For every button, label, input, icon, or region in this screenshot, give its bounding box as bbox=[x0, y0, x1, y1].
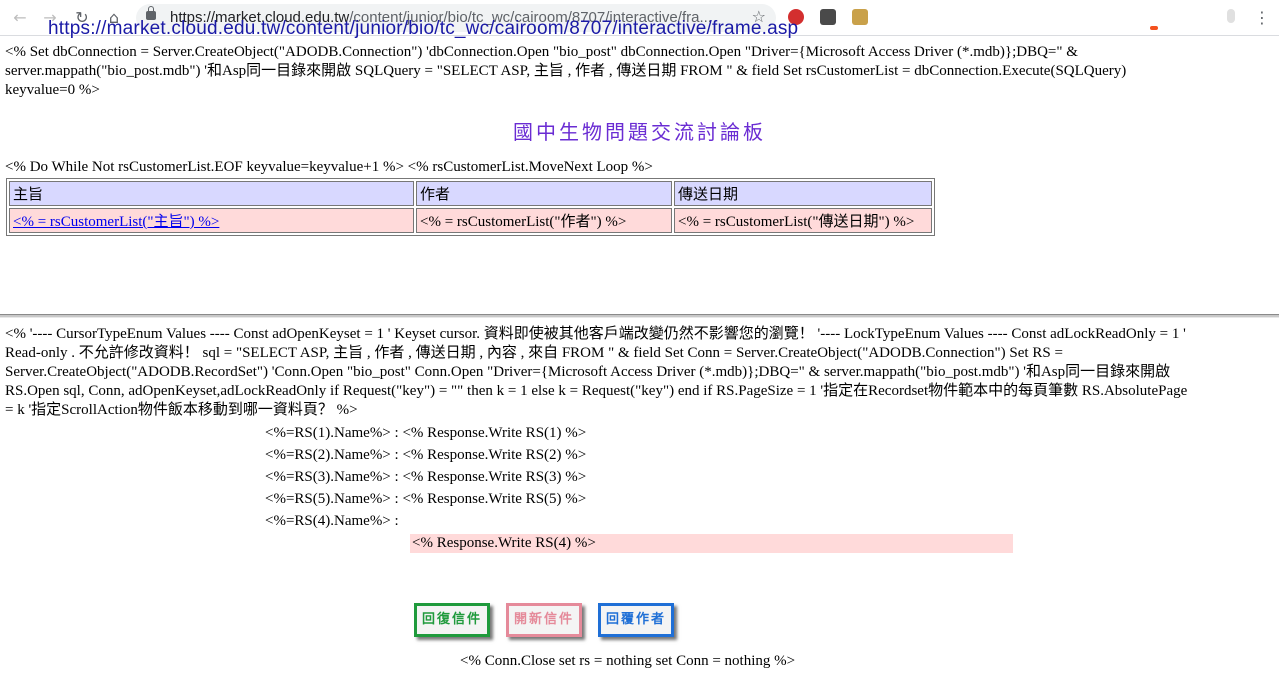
column-header-subject: 主旨 bbox=[9, 181, 414, 206]
field-line: <%=RS(5).Name%> : <% Response.Write RS(5… bbox=[265, 491, 587, 507]
extension-badge-icon bbox=[1150, 26, 1158, 30]
new-message-button[interactable]: 開新信件 bbox=[506, 603, 582, 637]
asp-connection-code: <% Set dbConnection = Server.CreateObjec… bbox=[5, 43, 1275, 100]
column-header-date: 傳送日期 bbox=[674, 181, 932, 206]
code-line: RS.Open sql, Conn, adOpenKeyset,adLockRe… bbox=[5, 383, 1188, 399]
table-row: <% = rsCustomerList("主旨") %> <% = rsCust… bbox=[9, 208, 932, 233]
date-cell: <% = rsCustomerList("傳送日期") %> bbox=[674, 208, 932, 233]
overlay-url-text: https://market.cloud.edu.tw/content/juni… bbox=[48, 18, 799, 39]
menu-icon[interactable]: ⋮ bbox=[1250, 6, 1274, 30]
column-header-author: 作者 bbox=[416, 181, 672, 206]
field-line: <%=RS(1).Name%> : <% Response.Write RS(1… bbox=[265, 425, 587, 441]
subject-cell: <% = rsCustomerList("主旨") %> bbox=[9, 208, 414, 233]
field-line: <%=RS(4).Name%> : bbox=[265, 513, 399, 529]
field-line: <%=RS(2).Name%> : <% Response.Write RS(2… bbox=[265, 447, 587, 463]
code-line: = k '指定ScrollAction物件飯本移動到哪一資料頁？ %> bbox=[5, 402, 358, 418]
table-header-row: 主旨 作者 傳送日期 bbox=[9, 181, 932, 206]
code-line: Server.CreateObject("ADODB.RecordSet") '… bbox=[5, 364, 1171, 380]
frame-divider[interactable] bbox=[0, 314, 1279, 318]
message-table: 主旨 作者 傳送日期 <% = rsCustomerList("主旨") %> … bbox=[6, 178, 935, 236]
close-code: <% Conn.Close set rs = nothing set Conn … bbox=[460, 653, 796, 669]
reply-button[interactable]: 回復信件 bbox=[414, 603, 490, 637]
asp-recordset-code: <% '---- CursorTypeEnum Values ---- Cons… bbox=[5, 325, 1275, 420]
code-line: server.mappath("bio_post.mdb") '和Asp同一目錄… bbox=[5, 63, 1127, 79]
profile-icon[interactable] bbox=[1227, 9, 1235, 23]
code-line: <% Set dbConnection = Server.CreateObjec… bbox=[5, 44, 1078, 60]
tc-extension-icon[interactable] bbox=[820, 9, 836, 25]
reply-author-button[interactable]: 回覆作者 bbox=[598, 603, 674, 637]
page-title: 國中生物問題交流討論板 bbox=[513, 120, 766, 144]
content-value: <% Response.Write RS(4) %> bbox=[410, 534, 1013, 553]
code-line: keyvalue=0 %> bbox=[5, 82, 100, 98]
code-line: Read-only . 不允許修改資料！ sql = "SELECT ASP, … bbox=[5, 345, 1063, 361]
field-line: <%=RS(3).Name%> : <% Response.Write RS(3… bbox=[265, 469, 587, 485]
subject-link[interactable]: <% = rsCustomerList("主旨") %> bbox=[13, 214, 219, 230]
loop-code: <% Do While Not rsCustomerList.EOF keyva… bbox=[5, 159, 653, 175]
back-icon[interactable]: ← bbox=[8, 6, 32, 30]
code-line: <% '---- CursorTypeEnum Values ---- Cons… bbox=[5, 326, 1186, 342]
author-cell: <% = rsCustomerList("作者") %> bbox=[416, 208, 672, 233]
paint-extension-icon[interactable] bbox=[852, 9, 868, 25]
